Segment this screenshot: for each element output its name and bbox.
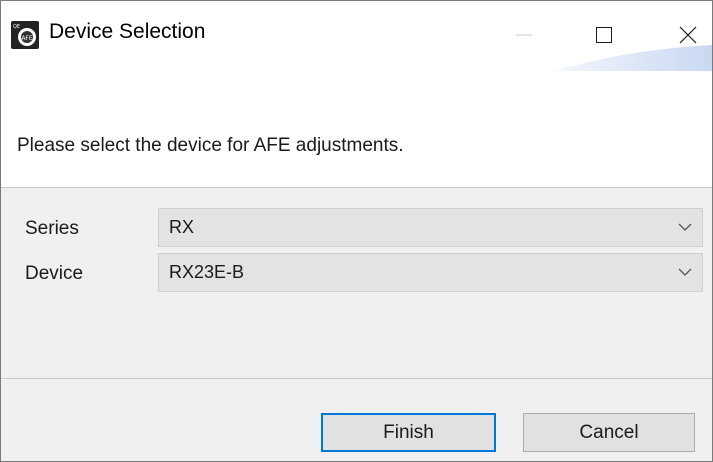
svg-text:AFE: AFE [21, 35, 33, 42]
series-dropdown[interactable]: RX [158, 208, 703, 247]
device-value: RX23E-B [169, 262, 245, 282]
chevron-down-icon [678, 223, 692, 231]
dialog-footer: Finish Cancel [1, 379, 712, 461]
afe-tool-icon: AFE QE [11, 21, 39, 49]
series-value: RX [169, 217, 195, 237]
chevron-down-icon [678, 268, 692, 276]
title-bar[interactable]: AFE QE Device Selection [1, 1, 712, 85]
device-dropdown[interactable]: RX23E-B [158, 253, 703, 292]
device-label: Device [25, 263, 84, 284]
window-title: Device Selection [49, 20, 206, 43]
finish-button[interactable]: Finish [321, 413, 496, 452]
dialog-header: Please select the device for AFE adjustm… [1, 71, 712, 187]
series-label: Series [25, 218, 79, 239]
instruction-text: Please select the device for AFE adjustm… [17, 135, 404, 156]
device-selection-dialog: AFE QE Device Selection Please select th… [0, 0, 713, 462]
svg-text:QE: QE [13, 24, 20, 30]
cancel-button[interactable]: Cancel [523, 413, 695, 452]
device-form: Series RX Device RX23E-B [1, 188, 712, 378]
